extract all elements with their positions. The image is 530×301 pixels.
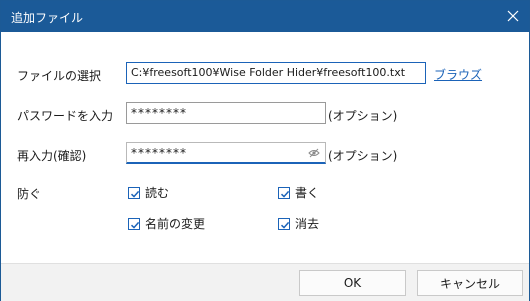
rename-check-box[interactable] [128,217,140,230]
read-label: 読む [145,186,170,200]
password-label: パスワードを入力 [17,109,114,123]
confirm-password-input[interactable]: ******** [126,142,326,164]
delete-label: 消去 [295,217,320,231]
confirm-password-label: 再入力(確認) [17,149,87,163]
read-check-box[interactable] [128,186,140,199]
delete-checkbox[interactable]: 消去 [278,215,319,232]
password-input[interactable]: ******** [126,102,326,124]
password-value: ******** [131,106,187,120]
title-bar: 追加ファイル [1,1,529,32]
close-icon [507,10,519,22]
confirm-optional-note: (オプション) [328,149,398,163]
cancel-button[interactable]: キャンセル [417,270,523,296]
eye-slash-icon[interactable] [308,148,320,158]
protect-label: 防ぐ [17,187,42,201]
file-path-input[interactable]: C:¥freesoft100¥Wise Folder Hider¥freesof… [126,62,426,84]
password-optional-note: (オプション) [328,109,398,123]
close-button[interactable] [505,8,521,24]
dialog-window: 追加ファイル ファイルの選択 C:¥freesoft100¥Wise Folde… [0,0,530,301]
check-icon [130,221,140,229]
write-check-box[interactable] [278,186,290,199]
confirm-password-value: ******** [131,146,187,160]
file-select-label: ファイルの選択 [17,69,102,83]
write-checkbox[interactable]: 書く [278,184,319,201]
check-icon [130,190,140,198]
check-icon [280,221,290,229]
read-checkbox[interactable]: 読む [128,184,169,201]
rename-label: 名前の変更 [145,217,206,231]
ok-button[interactable]: OK [299,270,406,296]
rename-checkbox[interactable]: 名前の変更 [128,215,205,232]
check-icon [280,190,290,198]
write-label: 書く [295,186,320,200]
browse-link[interactable]: ブラウズ [434,66,482,83]
window-title: 追加ファイル [11,11,84,25]
delete-check-box[interactable] [278,217,290,230]
